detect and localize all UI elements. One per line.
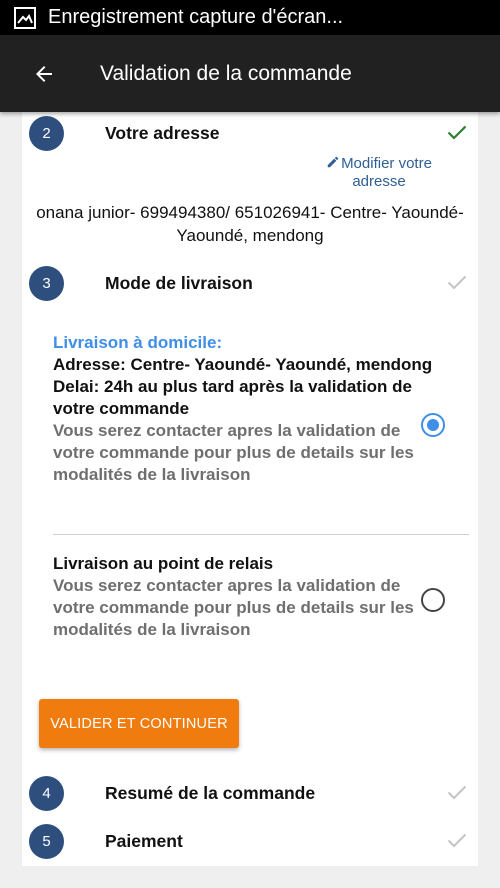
check-pending-icon <box>447 785 467 800</box>
step-label: Mode de livraison <box>105 272 253 293</box>
pencil-icon <box>327 156 339 168</box>
relay-delivery-radio[interactable] <box>421 588 445 612</box>
check-pending-icon <box>447 833 467 848</box>
check-done-icon <box>447 125 467 140</box>
step-label: Resumé de la commande <box>105 782 316 803</box>
home-delivery-title: Livraison à domicile: <box>53 333 223 352</box>
relay-delivery-title: Livraison au point de relais <box>53 554 274 573</box>
modify-address-link[interactable]: Modifier votre adresse <box>318 155 440 191</box>
step-label: Paiement <box>105 830 183 851</box>
status-text: Enregistrement capture d'écran... <box>48 6 344 28</box>
step-number: 5 <box>29 823 64 859</box>
modify-address-label: Modifier votre adresse <box>341 155 432 190</box>
app-bar: Validation de la commande <box>0 35 500 112</box>
validate-continue-button[interactable]: VALIDER ET CONTINUER <box>39 699 239 748</box>
checkout-card: 2 Votre adresse Modifier votre adresse o… <box>22 112 478 866</box>
home-delivery-option[interactable]: Livraison à domicile: Adresse: Centre- Y… <box>53 332 437 486</box>
step-delivery[interactable]: 3 Mode de livraison <box>29 265 469 301</box>
step-summary[interactable]: 4 Resumé de la commande <box>29 775 469 811</box>
back-button[interactable] <box>14 44 74 104</box>
screenshot-image-icon <box>14 6 36 29</box>
check-pending-icon <box>447 275 467 290</box>
back-arrow-icon <box>36 65 52 82</box>
page-title: Validation de la commande <box>100 61 352 85</box>
home-delivery-radio[interactable] <box>421 413 445 437</box>
relay-delivery-note: Vous serez contacter apres la validation… <box>53 576 414 639</box>
step-label: Votre adresse <box>105 122 220 143</box>
step-number: 4 <box>29 775 64 811</box>
divider <box>53 534 469 535</box>
step-payment[interactable]: 5 Paiement <box>29 823 469 859</box>
home-delivery-note: Vous serez contacter apres la validation… <box>53 421 414 484</box>
step-address[interactable]: 2 Votre adresse <box>29 115 469 151</box>
status-bar: Enregistrement capture d'écran... <box>0 0 500 35</box>
home-delivery-delay: Delai: 24h au plus tard après la validat… <box>53 377 413 418</box>
home-delivery-address: Adresse: Centre- Yaoundé- Yaoundé, mendo… <box>53 355 433 374</box>
address-text: onana junior- 699494380/ 651026941- Cent… <box>36 203 464 245</box>
step-number: 2 <box>29 115 64 151</box>
step-number: 3 <box>29 265 64 301</box>
relay-delivery-option[interactable]: Livraison au point de relais Vous serez … <box>53 553 437 641</box>
